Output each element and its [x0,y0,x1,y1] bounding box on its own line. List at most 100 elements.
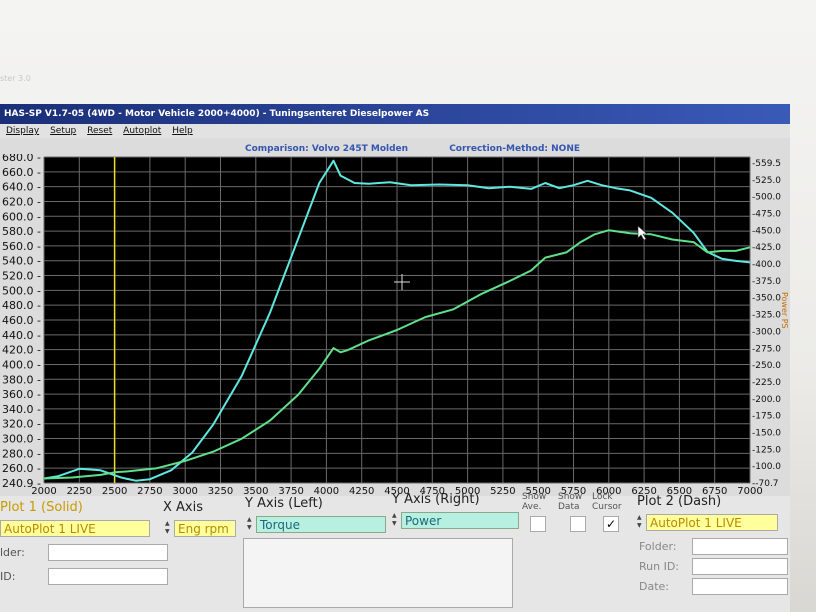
y-right-tick-label: -350.0 [752,294,781,304]
lock-cursor-line1: Lock [592,492,613,502]
x-tick-label: 2750 [137,486,162,496]
x-axis-label: X Axis [163,500,204,515]
menu-help[interactable]: Help [172,126,193,136]
y-right-tick-label: -375.0 [752,277,781,287]
show-ave-line1: Show [522,492,547,502]
y-left-tick-label: 460.0 - [2,314,41,327]
y-left-tick-label: 400.0 - [2,358,41,371]
y-left-tick-label: 620.0 - [2,195,41,208]
y-right-tick-label: -225.0 [752,378,781,388]
y-left-tick-label: 340.0 - [2,403,41,416]
y-right-tick-label: -450.0 [752,226,781,236]
y-left-tick-label: 600.0 - [2,210,41,223]
folder-field[interactable] [692,538,788,555]
x-axis-select[interactable]: Eng rpm [174,520,236,537]
y-left-tick-label: 540.0 - [2,255,41,268]
left-folder-label: lder: [0,546,25,559]
left-id-field[interactable] [48,568,168,585]
y-left-tick-label: 520.0 - [2,270,41,283]
y-left-tick-label: 300.0 - [2,433,41,446]
lock-cursor-checkbox[interactable]: ✓ [603,516,619,532]
date-label: Date: [639,580,669,593]
runid-field[interactable] [692,558,788,575]
y-left-tick-label: 420.0 - [2,344,41,357]
y-right-tick-label: -425.0 [752,243,781,253]
y-left-tick-label: 320.0 - [2,418,41,431]
y-right-tick-label: -300.0 [752,327,781,337]
plot2-label: Plot 2 (Dash) [637,494,722,509]
left-folder-field[interactable] [48,544,168,561]
y-right-spinner[interactable]: ▲ ▼ [392,512,399,528]
y-left-tick-label: 260.0 - [2,462,41,475]
y-left-tick-label: 440.0 - [2,329,41,342]
y-left-tick-label: 500.0 - [2,284,41,297]
lock-cursor-label: Lock Cursor [592,492,622,512]
plot1-select[interactable]: AutoPlot 1 LIVE [0,520,150,537]
y-right-axis-label: Power PS [780,292,789,329]
x-tick-label: 3000 [172,486,197,496]
folder-label: Folder: [639,540,677,553]
x-tick-label: 2500 [102,486,127,496]
y-right-tick-label: -200.0 [752,395,781,405]
y-right-label: Y Axis (Right) [392,492,480,507]
y-left-select[interactable]: Torque [256,516,386,533]
show-data-line2: Data [558,502,580,512]
y-left-tick-label: 560.0 - [2,240,41,253]
show-ave-checkbox[interactable] [530,516,546,532]
menu-display[interactable]: Display [6,126,39,136]
lock-cursor-line2: Cursor [592,502,622,512]
y-right-tick-label: -559.5 [752,159,781,169]
y-left-tick-label: 480.0 - [2,299,41,312]
control-panel: Plot 1 (Solid) AutoPlot 1 LIVE lder: ID:… [0,492,790,612]
show-data-checkbox[interactable] [570,516,586,532]
plot2-select[interactable]: AutoPlot 1 LIVE [646,514,778,531]
left-id-label: ID: [0,570,16,583]
plot2-spinner[interactable]: ▲ ▼ [637,514,644,530]
y-left-spinner[interactable]: ▲ ▼ [247,516,254,532]
x-axis-spinner[interactable]: ▲ ▼ [165,520,172,536]
notes-area[interactable] [243,538,513,608]
plot1-label: Plot 1 (Solid) [0,500,83,515]
x-tick-label: 4250 [349,486,374,496]
x-tick-label: 2000 [31,486,56,496]
menu-autoplot[interactable]: Autoplot [123,126,161,136]
correction-text: Correction-Method: NONE [449,144,580,154]
y-left-tick-label: 660.0 - [2,166,41,179]
window-title: HAS-SP V1.7-05 (4WD - Motor Vehicle 2000… [0,104,790,124]
show-data-label: Show Data [558,492,582,512]
menu-setup[interactable]: Setup [50,126,76,136]
show-ave-line2: Ave. [522,502,542,512]
runid-label: Run ID: [639,560,680,573]
show-data-line1: Show [558,492,583,502]
y-right-select[interactable]: Power [401,512,519,529]
y-left-tick-label: 280.0 - [2,447,41,460]
y-right-tick-label: -250.0 [752,361,781,371]
menu-reset[interactable]: Reset [87,126,112,136]
comparison-text: Comparison: Volvo 245T Molden [245,144,409,154]
x-tick-label: 3500 [243,486,268,496]
x-tick-label: 3750 [278,486,303,496]
x-tick-label: 2250 [67,486,92,496]
screen: HAS-SP V1.7-05 (4WD - Motor Vehicle 2000… [0,104,790,612]
y-right-tick-label: --70.7 [752,479,779,489]
y-left-tick-label: 380.0 - [2,373,41,386]
menu-bar: Display Setup Reset Autoplot Help [0,124,790,138]
y-left-tick-label: 580.0 - [2,225,41,238]
date-field[interactable] [692,578,788,595]
faded-caption: ster 3.0 [0,74,31,83]
y-right-tick-label: -475.0 [752,210,781,220]
y-right-tick-label: -175.0 [752,412,781,422]
y-left-label: Y Axis (Left) [245,496,323,511]
y-right-tick-label: -525.0 [752,176,781,186]
dyno-chart[interactable]: 680.0 - 660.0 - 640.0 -620.0 - 600.0 - 580.0… [0,154,790,496]
y-right-tick-label: -500.0 [752,193,781,203]
y-right-tick-label: -100.0 [752,462,781,472]
show-ave-label: Show Ave. [522,492,546,512]
y-right-tick-label: -275.0 [752,344,781,354]
y-right-tick-label: -150.0 [752,428,781,438]
x-tick-label: 4000 [314,486,339,496]
x-tick-label: 5250 [490,486,515,496]
x-tick-label: 3250 [208,486,233,496]
y-left-tick-label: 360.0 - [2,388,41,401]
y-right-tick-label: -125.0 [752,445,781,455]
